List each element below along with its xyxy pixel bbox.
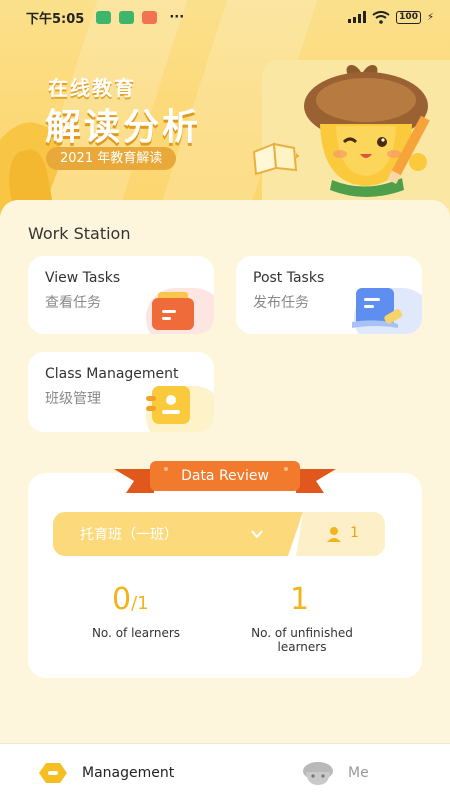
unfinished-label: No. of unfinished learners	[251, 626, 353, 654]
bottom-tab-bar: Management Me	[0, 743, 450, 800]
more-dots: ···	[169, 9, 185, 25]
signal-icon	[348, 11, 367, 23]
document-edit-icon	[352, 288, 403, 328]
post-tasks-label-zh: 发布任务	[253, 295, 309, 311]
acorn-mascot-icon	[296, 65, 430, 197]
unfinished-stat: 1	[290, 582, 309, 617]
open-book-icon	[252, 142, 298, 176]
class-management-card[interactable]: Class Management 班级管理	[28, 352, 214, 432]
class-management-label-zh: 班级管理	[45, 391, 101, 407]
charging-icon: ⚡	[426, 11, 434, 23]
banner-year-pill: 2021 年教育解读	[46, 147, 177, 170]
battery-icon: 100	[396, 10, 421, 24]
tab-management-label: Management	[82, 764, 175, 781]
shield-app-icon-2	[119, 10, 135, 24]
class-count-value: 1	[350, 525, 359, 541]
cat-app-icon	[142, 10, 158, 24]
learners-total: /1	[131, 593, 149, 614]
learners-label: No. of learners	[91, 626, 181, 640]
post-tasks-label: Post Tasks	[253, 270, 325, 286]
banner-title: 解读分析	[45, 107, 202, 148]
status-right: 100 ⚡	[348, 10, 434, 24]
view-tasks-label-zh: 查看任务	[45, 295, 101, 311]
shield-app-icon	[96, 10, 112, 24]
hexagon-icon	[39, 762, 67, 783]
tab-me[interactable]: Me	[302, 744, 369, 800]
class-management-label: Class Management	[45, 366, 179, 382]
tab-management[interactable]: Management	[38, 744, 174, 800]
mascot-face-icon	[303, 761, 333, 785]
learners-stat: 0/1	[112, 582, 149, 617]
unfinished-value: 1	[290, 582, 310, 617]
banner-subtitle: 在线教育	[48, 76, 136, 100]
status-time: 下午5:05	[26, 11, 85, 27]
status-bar: 下午5:05 ··· 100 ⚡	[0, 0, 450, 34]
view-tasks-card[interactable]: View Tasks 查看任务	[28, 256, 214, 334]
wifi-icon	[372, 10, 390, 24]
tab-me-label: Me	[348, 764, 369, 781]
learners-value: 0	[112, 582, 132, 617]
view-tasks-label: View Tasks	[45, 270, 121, 286]
data-review-title: Data Review	[181, 468, 269, 484]
person-icon	[327, 527, 341, 542]
class-notebook-icon	[146, 386, 190, 424]
post-tasks-card[interactable]: Post Tasks 发布任务	[236, 256, 422, 334]
task-list-icon	[152, 292, 194, 330]
chevron-down-icon[interactable]	[250, 527, 264, 541]
class-selector-value[interactable]: 托育班（一班）	[80, 524, 178, 544]
work-station-title: Work Station	[28, 224, 131, 243]
